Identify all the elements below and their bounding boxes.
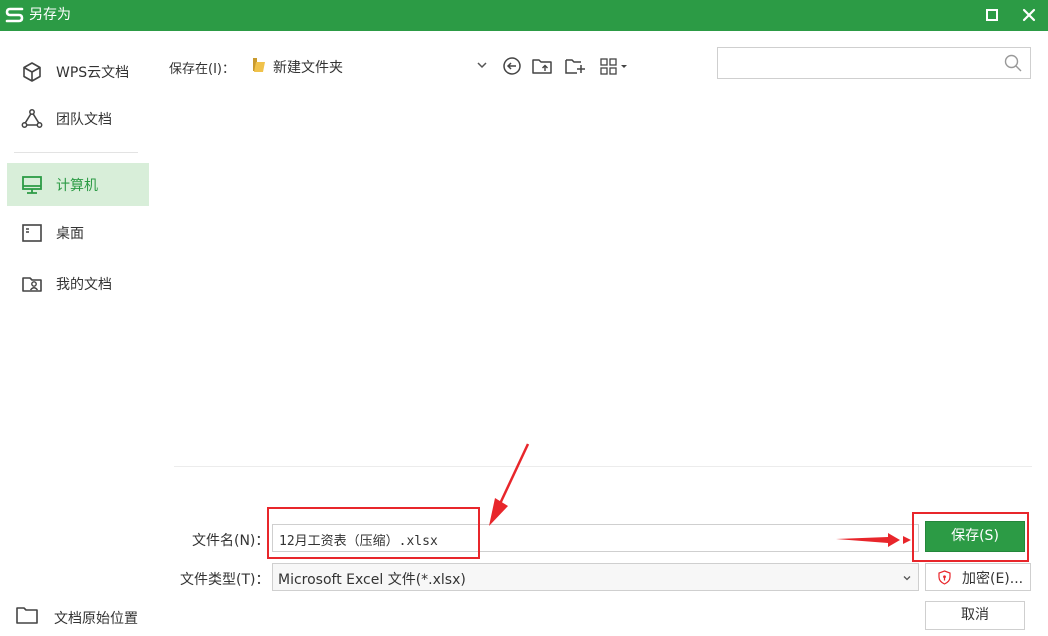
window-title: 另存为	[29, 7, 71, 23]
filetype-label: 文件类型(T)：	[180, 572, 270, 588]
sidebar-item-team-docs[interactable]: 团队文档	[7, 97, 149, 140]
search-box[interactable]	[717, 47, 1031, 79]
sidebar-item-desktop[interactable]: 桌面	[7, 211, 149, 254]
divider	[174, 466, 1032, 467]
sidebar-item-wps-cloud[interactable]: WPS云文档	[7, 50, 149, 93]
sidebar-item-my-documents[interactable]: 我的文档	[7, 262, 149, 305]
chevron-down-icon[interactable]	[475, 58, 489, 72]
sidebar-item-label: 我的文档	[56, 277, 112, 293]
cube-icon	[23, 62, 41, 82]
save-location-value: 新建文件夹	[273, 60, 343, 76]
folder-icon	[253, 58, 265, 72]
search-icon[interactable]	[1004, 54, 1022, 72]
new-folder-icon[interactable]	[564, 55, 586, 77]
sidebar-item-label: WPS云文档	[56, 65, 130, 81]
filename-label: 文件名(N)：	[192, 533, 270, 549]
back-circle-icon[interactable]	[501, 55, 523, 77]
sidebar: WPS云文档 团队文档 计算机 桌面 我的文档 文档原始位置	[0, 31, 160, 636]
filetype-select[interactable]: Microsoft Excel 文件(*.xlsx)	[272, 563, 919, 591]
team-triangle-icon	[21, 109, 43, 128]
encrypt-button-label: 加密(E)...	[962, 571, 1024, 587]
folder-outline-icon	[16, 607, 38, 624]
encrypt-button[interactable]: 加密(E)...	[925, 563, 1031, 591]
save-location-dropdown[interactable]: 新建文件夹	[248, 53, 498, 79]
sidebar-item-label: 计算机	[56, 178, 98, 194]
sidebar-item-label: 团队文档	[56, 112, 112, 128]
filename-field[interactable]	[272, 524, 919, 552]
monitor-icon	[22, 176, 42, 194]
cancel-button[interactable]: 取消	[925, 601, 1025, 630]
shield-lock-icon	[938, 570, 951, 585]
sidebar-divider	[14, 152, 138, 153]
my-documents-icon	[22, 277, 42, 292]
desktop-icon	[22, 224, 42, 242]
file-list-area[interactable]	[174, 90, 1032, 466]
wps-s-logo-icon	[5, 7, 24, 23]
view-grid-icon[interactable]	[599, 55, 633, 77]
filetype-value: Microsoft Excel 文件(*.xlsx)	[278, 572, 466, 588]
up-folder-icon[interactable]	[531, 55, 553, 77]
sidebar-item-computer[interactable]: 计算机	[7, 163, 149, 206]
save-in-label: 保存在(I)：	[169, 62, 235, 77]
maximize-icon[interactable]	[979, 3, 1005, 27]
sidebar-item-label: 桌面	[56, 226, 84, 242]
title-bar: 另存为	[0, 0, 1048, 31]
close-icon[interactable]	[1016, 3, 1042, 27]
filename-input[interactable]	[279, 529, 899, 549]
search-input[interactable]	[724, 53, 994, 73]
original-location-label: 文档原始位置	[54, 611, 138, 627]
chevron-down-icon[interactable]	[901, 572, 913, 584]
annotation-arrow-head	[489, 498, 508, 526]
original-location-link[interactable]: 文档原始位置	[14, 601, 164, 631]
save-button[interactable]: 保存(S)	[925, 521, 1025, 552]
